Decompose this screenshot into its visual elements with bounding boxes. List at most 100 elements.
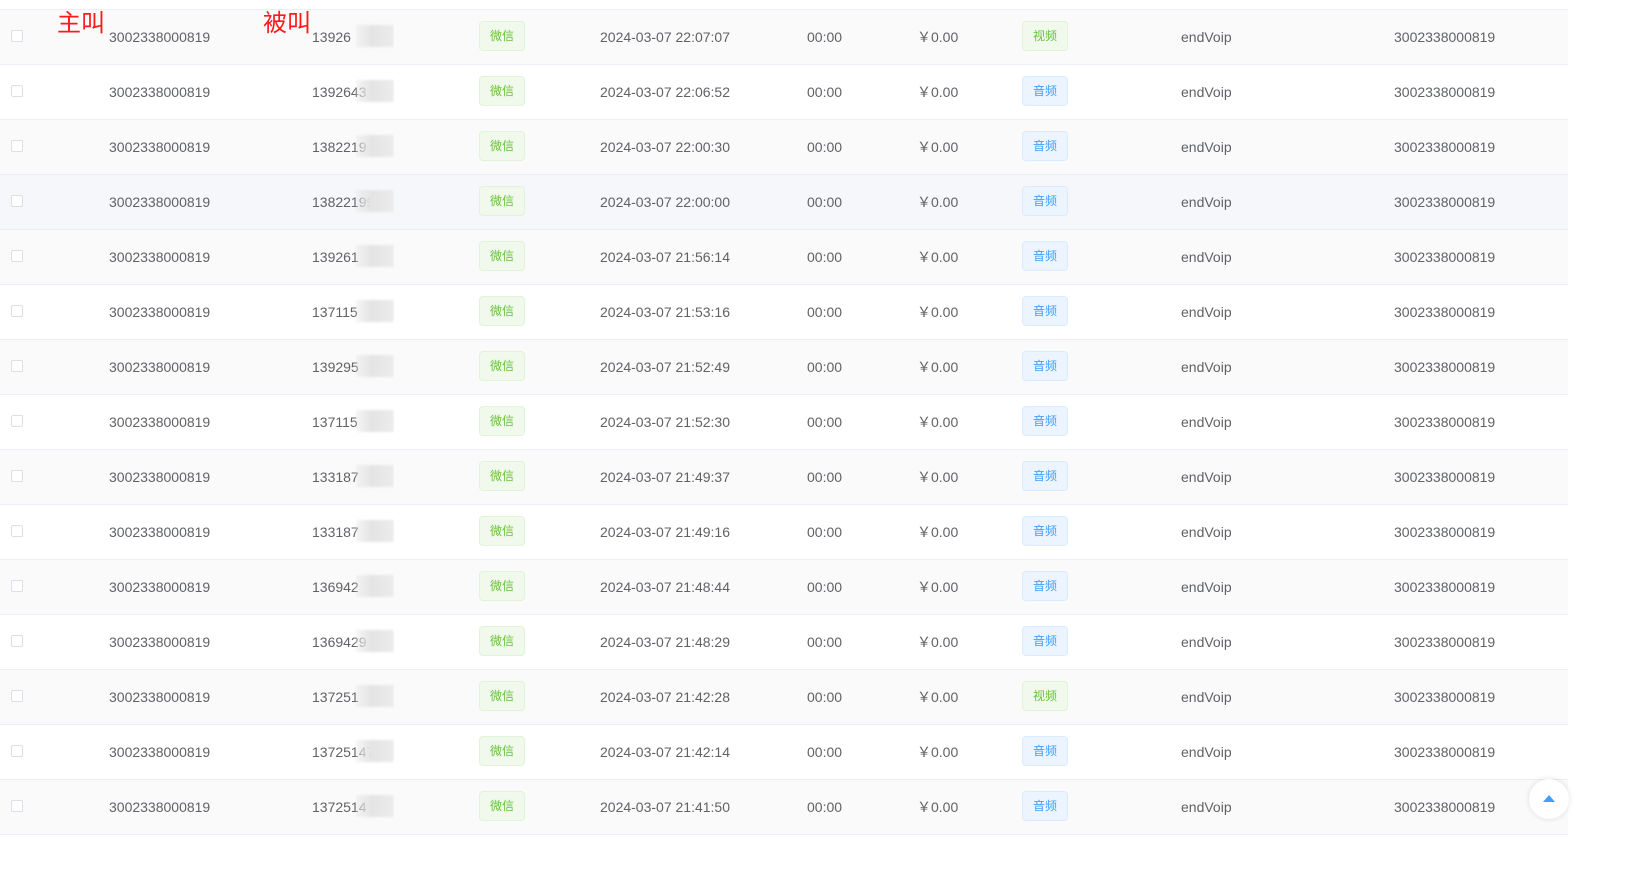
channel-tag: 微信 [479,736,526,766]
row-checkbox[interactable] [11,635,23,647]
callee-number: 1392643 [312,65,394,119]
end-reason: endVoip [1181,139,1232,155]
table-row[interactable]: 3002338000819 137251 微信 2024-03-07 21:42:28… [0,670,1568,725]
table-row[interactable]: 3002338000819 139295 微信 2024-03-07 21:52:49… [0,340,1568,395]
call-duration: 00:00 [807,304,843,320]
media-type-tag: 视频 [1022,21,1069,51]
call-duration: 00:00 [807,194,843,210]
account-number: 3002338000819 [1394,634,1496,650]
redaction-mask [356,190,394,212]
back-to-top-button[interactable] [1529,779,1569,819]
table-row[interactable]: 3002338000819 133187 微信 2024-03-07 21:49:37… [0,450,1568,505]
call-duration: 00:00 [807,249,843,265]
channel-tag: 微信 [479,296,526,326]
call-duration: 00:00 [807,139,843,155]
call-cost: ￥0.00 [917,29,959,45]
call-duration: 00:00 [807,799,843,815]
redaction-mask [356,465,394,487]
row-checkbox[interactable] [11,250,23,262]
caller-number: 3002338000819 [109,249,211,265]
table-row[interactable]: 3002338000819 137115 微信 2024-03-07 21:53:16… [0,285,1568,340]
call-time: 2024-03-07 21:49:16 [600,524,730,540]
call-duration: 00:00 [807,744,843,760]
account-number: 3002338000819 [1394,249,1496,265]
table-row[interactable]: 3002338000819 139261 微信 2024-03-07 21:56:14… [0,230,1568,285]
call-duration: 00:00 [807,689,843,705]
account-number: 3002338000819 [1394,359,1496,375]
call-cost: ￥0.00 [917,139,959,155]
redaction-mask [356,25,394,47]
table-row[interactable]: 3002338000819 133187 微信 2024-03-07 21:49:16… [0,505,1568,560]
row-checkbox[interactable] [11,690,23,702]
row-checkbox[interactable] [11,195,23,207]
caller-number: 3002338000819 [109,29,211,45]
row-checkbox[interactable] [11,140,23,152]
table-row[interactable]: 3002338000819 13822199 微信 2024-03-07 22:00:… [0,175,1568,230]
redaction-mask [356,795,394,817]
call-cost: ￥0.00 [917,194,959,210]
row-checkbox[interactable] [11,745,23,757]
row-checkbox[interactable] [11,85,23,97]
call-cost: ￥0.00 [917,744,959,760]
table-row[interactable]: 3002338000819 1382219 微信 2024-03-07 22:00:3… [0,120,1568,175]
caller-number: 3002338000819 [109,689,211,705]
account-number: 3002338000819 [1394,799,1496,815]
caller-number: 3002338000819 [109,579,211,595]
media-type-tag: 音频 [1022,791,1069,821]
callee-number: 136942 [312,560,394,614]
redaction-mask [356,410,394,432]
call-time: 2024-03-07 22:00:30 [600,139,730,155]
end-reason: endVoip [1181,194,1232,210]
call-duration: 00:00 [807,29,843,45]
row-checkbox[interactable] [11,470,23,482]
end-reason: endVoip [1181,634,1232,650]
channel-tag: 微信 [479,516,526,546]
end-reason: endVoip [1181,359,1232,375]
call-time: 2024-03-07 21:52:30 [600,414,730,430]
row-checkbox[interactable] [11,360,23,372]
table-row[interactable]: 3002338000819 13926 微信 2024-03-07 22:07:07 0… [0,10,1568,65]
call-duration: 00:00 [807,469,843,485]
account-number: 3002338000819 [1394,579,1496,595]
end-reason: endVoip [1181,29,1232,45]
account-number: 3002338000819 [1394,29,1496,45]
table-row[interactable]: 3002338000819 137115 微信 2024-03-07 21:52:30… [0,395,1568,450]
table-row[interactable]: 3002338000819 13725147 微信 2024-03-07 21:42:… [0,725,1568,780]
channel-tag: 微信 [479,791,526,821]
account-number: 3002338000819 [1394,139,1496,155]
account-number: 3002338000819 [1394,524,1496,540]
row-checkbox[interactable] [11,305,23,317]
row-checkbox[interactable] [11,525,23,537]
redaction-mask [356,300,394,322]
media-type-tag: 音频 [1022,186,1069,216]
table-row[interactable]: 3002338000819 1392643 微信 2024-03-07 22:06:5… [0,65,1568,120]
call-records-table: 3002338000819 13926 微信 2024-03-07 22:07:07 0… [0,9,1568,835]
table-row[interactable]: 3002338000819 1372514 微信 2024-03-07 21:41:5… [0,780,1568,835]
channel-tag: 微信 [479,76,526,106]
call-time: 2024-03-07 21:53:16 [600,304,730,320]
row-checkbox[interactable] [11,580,23,592]
row-checkbox[interactable] [11,800,23,812]
caller-number: 3002338000819 [109,194,211,210]
table-row[interactable]: 3002338000819 136942 微信 2024-03-07 21:48:44… [0,560,1568,615]
media-type-tag: 音频 [1022,736,1069,766]
call-time: 2024-03-07 21:42:14 [600,744,730,760]
account-number: 3002338000819 [1394,194,1496,210]
media-type-tag: 音频 [1022,76,1069,106]
call-cost: ￥0.00 [917,799,959,815]
caller-number: 3002338000819 [109,469,211,485]
row-checkbox[interactable] [11,415,23,427]
call-time: 2024-03-07 22:07:07 [600,29,730,45]
call-cost: ￥0.00 [917,414,959,430]
row-checkbox[interactable] [11,30,23,42]
redaction-mask [356,355,394,377]
end-reason: endVoip [1181,689,1232,705]
table-row[interactable]: 3002338000819 1369429 微信 2024-03-07 21:48:2… [0,615,1568,670]
callee-number: 139261 [312,230,394,284]
callee-number: 13822199 [312,175,394,229]
callee-number-text: 136942 [312,579,359,595]
caller-number: 3002338000819 [109,634,211,650]
caller-number: 3002338000819 [109,744,211,760]
callee-number: 1372514 [312,780,394,834]
account-number: 3002338000819 [1394,84,1496,100]
